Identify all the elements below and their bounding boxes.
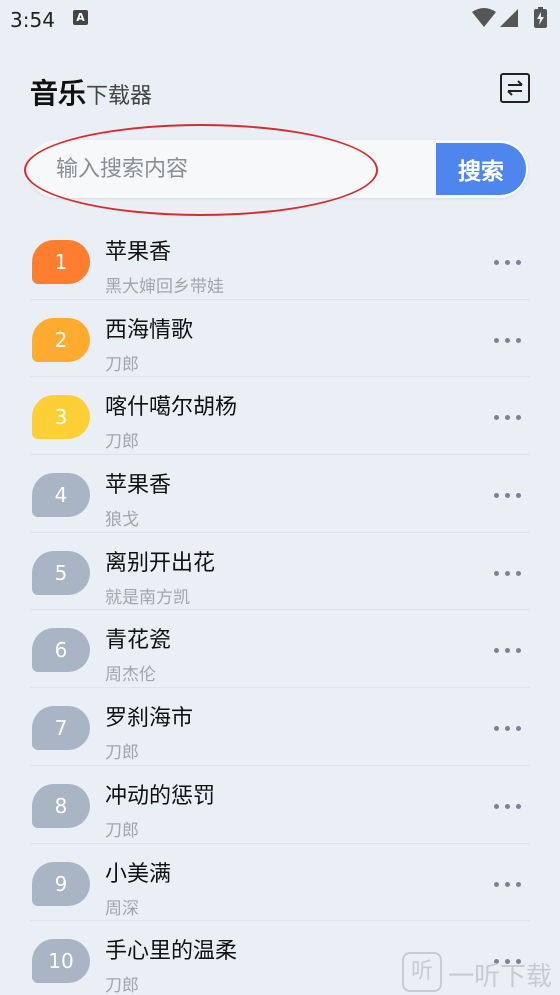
search-bar: 搜索 [28, 140, 528, 198]
watermark: 听 一听下载 [402, 950, 560, 995]
watermark-text: 一听下载 [448, 962, 553, 992]
song-row[interactable]: 6 青花瓷周杰伦 [0, 610, 560, 689]
song-row[interactable]: 1 苹果香黑大婶回乡带娃 [0, 222, 560, 300]
more-dot [516, 493, 521, 499]
song-title: 小美满 [105, 861, 172, 887]
rank-badge: 3 [32, 395, 90, 440]
more-dot [516, 337, 521, 343]
more-dot [494, 570, 499, 576]
song-artist: 刀郎 [105, 976, 139, 995]
more-options-icon[interactable] [494, 252, 526, 272]
song-artist: 周深 [105, 898, 139, 919]
more-options-icon[interactable] [494, 563, 526, 583]
status-time: 3:54 [10, 8, 55, 32]
more-dot [505, 415, 510, 421]
wifi-icon [472, 8, 496, 27]
song-row[interactable]: 5 离别开出花就是南方凯 [0, 533, 560, 611]
more-dot [516, 803, 521, 809]
more-dot [494, 803, 499, 809]
more-dot [516, 881, 521, 887]
notification-a-icon: A [73, 10, 88, 25]
rank-badge: 10 [32, 939, 90, 984]
song-artist: 刀郎 [105, 743, 139, 764]
more-dot [505, 570, 510, 576]
more-dot [494, 648, 499, 654]
signal-icon [500, 9, 518, 27]
song-row[interactable]: 4 苹果香狼戈 [0, 455, 560, 533]
rank-badge: 1 [32, 240, 90, 284]
song-title: 离别开出花 [105, 550, 216, 576]
song-title: 手心里的温柔 [105, 939, 238, 965]
more-dot [505, 803, 510, 809]
app-screen: 3:54 A 音乐下载器 搜索 1苹果香黑大婶回乡带娃2西海情歌刀郎3喀什噶尔胡… [0, 0, 560, 995]
song-row[interactable]: 2 西海情歌刀郎 [0, 300, 560, 378]
more-dot [494, 337, 499, 343]
more-options-icon[interactable] [494, 718, 526, 738]
more-dot [505, 726, 510, 732]
song-artist: 狼戈 [105, 510, 139, 531]
song-title: 罗刹海市 [105, 706, 194, 732]
status-bar: 3:54 A [0, 0, 560, 40]
watermark-logo-icon: 听 [402, 952, 442, 992]
rank-badge: 7 [32, 706, 90, 751]
more-dot [505, 260, 510, 265]
app-title: 音乐 [30, 77, 87, 110]
more-options-icon[interactable] [494, 330, 526, 350]
more-dot [494, 881, 499, 887]
swap-button[interactable] [500, 73, 530, 103]
more-options-icon[interactable] [494, 874, 526, 894]
song-artist: 就是南方凯 [105, 587, 190, 608]
search-button[interactable]: 搜索 [436, 143, 526, 195]
rank-badge: 6 [32, 628, 90, 673]
more-dot [494, 726, 499, 732]
battery-icon [534, 7, 547, 28]
status-icons [472, 7, 547, 28]
song-artist: 刀郎 [105, 354, 139, 375]
rank-badge: 5 [32, 550, 90, 595]
song-row[interactable]: 8 冲动的惩罚刀郎 [0, 766, 560, 844]
rank-badge: 4 [32, 473, 90, 518]
song-title: 青花瓷 [105, 628, 172, 654]
rank-badge: 8 [32, 783, 90, 828]
song-title: 苹果香 [105, 240, 172, 265]
song-artist: 刀郎 [105, 432, 139, 453]
song-title: 苹果香 [105, 473, 172, 499]
song-artist: 刀郎 [105, 820, 139, 841]
more-dot [505, 648, 510, 654]
song-list: 1 苹果香 黑大婶回乡带娃 2 西海情歌 刀郎 3 喀什噶尔胡杨 刀郎 4 苹果香 狼戈 5 离别开出花就… [0, 222, 560, 995]
more-dot [505, 337, 510, 343]
search-input[interactable] [56, 140, 436, 198]
more-dot [516, 570, 521, 576]
more-dot [494, 493, 499, 499]
more-options-icon[interactable] [494, 407, 526, 427]
app-header: 音乐下载器 [30, 72, 152, 112]
swap-icon [507, 80, 523, 96]
song-artist: 黑大婶回乡带娃 [105, 277, 224, 297]
song-row[interactable]: 7 罗刹海市刀郎 [0, 688, 560, 766]
more-options-icon[interactable] [494, 485, 526, 505]
more-dot [516, 415, 521, 421]
song-artist: 周杰伦 [105, 665, 156, 686]
song-row[interactable]: 3 喀什噶尔胡杨刀郎 [0, 377, 560, 456]
more-dot [494, 260, 499, 265]
app-subtitle: 下载器 [86, 84, 153, 109]
song-row[interactable]: 9 小美满周深 [0, 844, 560, 922]
song-title: 冲动的惩罚 [105, 783, 216, 809]
more-options-icon[interactable] [494, 640, 526, 660]
more-options-icon[interactable] [494, 796, 526, 816]
song-title: 喀什噶尔胡杨 [105, 395, 238, 421]
more-dot [516, 648, 521, 654]
more-dot [516, 260, 521, 265]
more-dot [505, 881, 510, 887]
song-title: 西海情歌 [105, 317, 194, 343]
more-dot [516, 726, 521, 732]
more-dot [505, 493, 510, 499]
rank-badge: 9 [32, 861, 90, 906]
more-dot [494, 415, 499, 421]
rank-badge: 2 [32, 317, 90, 362]
